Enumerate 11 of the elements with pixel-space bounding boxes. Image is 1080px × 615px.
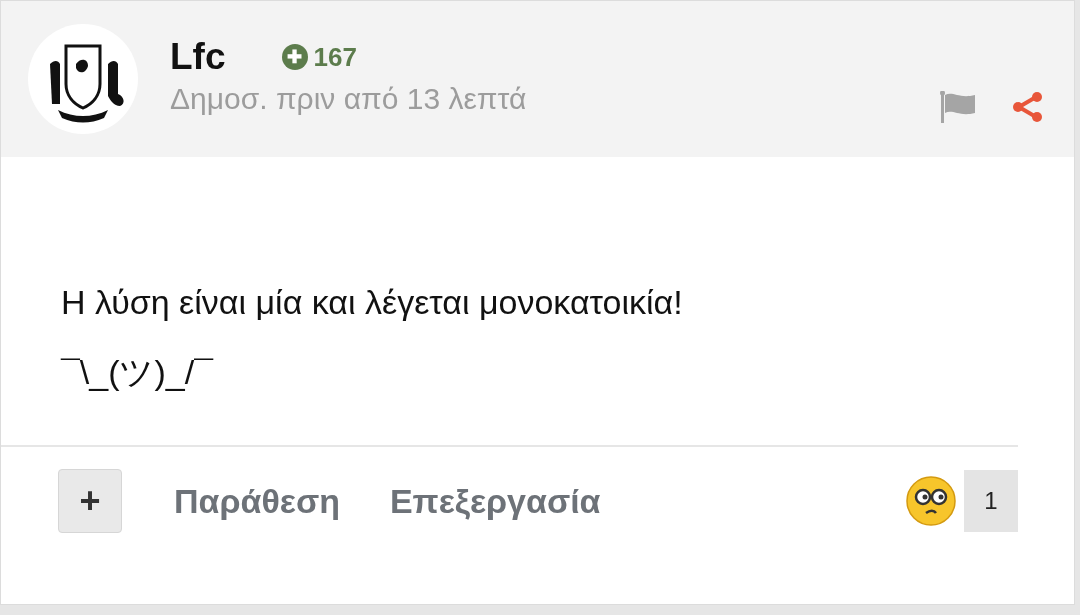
action-link[interactable]: Παράθεση — [174, 481, 340, 521]
avatar-icon[interactable] — [28, 24, 138, 134]
reputation-badge: ✚ 167 — [281, 41, 357, 73]
post-text: ¯\_(ツ)_/¯ — [61, 352, 215, 393]
author-name[interactable]: Lfc — [170, 36, 226, 78]
multiquote-button[interactable]: + — [58, 469, 122, 533]
action-link[interactable]: Επεξεργασία — [389, 481, 601, 521]
post-text: Η λύση είναι μία και λέγεται μονοκατοικία! — [61, 282, 684, 323]
confused-face-icon[interactable] — [906, 476, 956, 526]
reaction-count[interactable]: 1 — [964, 470, 1018, 532]
share-icon[interactable] — [1012, 91, 1044, 123]
